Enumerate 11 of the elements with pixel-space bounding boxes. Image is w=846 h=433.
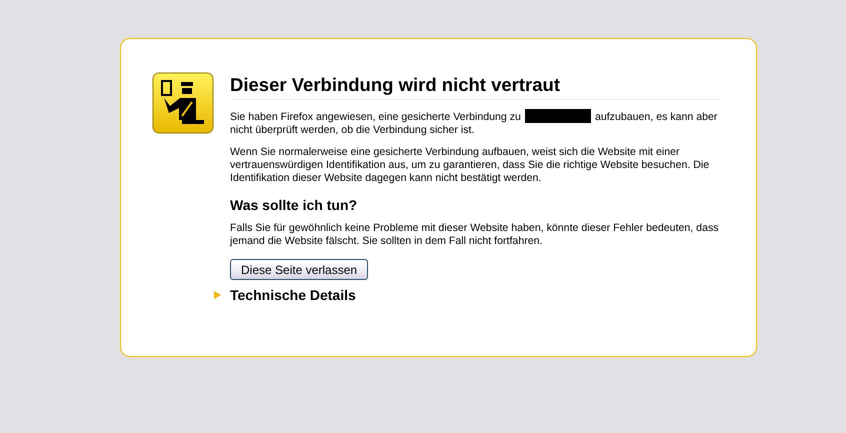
explanation-text: Wenn Sie normalerweise eine gesicherte Verbindung aufbauen, weist sich die Website mit einer vertrauenswürdigen Identifikation aus, um zu garantieren, dass Sie die richtige Website besuchen. Die Identifikation dieser Website dagegen kann nicht bestätigt werden. — [230, 146, 710, 185]
intro-text: Sie haben Firefox angewiesen, eine gesicherte Verbindung zu — [230, 111, 521, 123]
page-title: Dieser Verbindung wird nicht vertraut — [230, 72, 722, 100]
caret-right-icon[interactable] — [214, 291, 221, 299]
officer-icon — [152, 72, 214, 134]
details-toggle[interactable]: Technische Details — [230, 287, 356, 303]
advice-text: Falls Sie für gewöhnlich keine Probleme mit dieser Website haben, könnte dieser Fehler bedeuten, dass jemand die Website fälscht. Sie sollten in dem Fall nicht fortfahren. — [230, 222, 720, 248]
intro-text-second-line: nicht überprüft werden, ob die Verbindung sicher ist. — [230, 124, 476, 137]
intro-text-continued: aufzubauen, es kann aber — [594, 111, 718, 123]
leave-page-button[interactable]: Diese Seite verlassen — [230, 259, 368, 280]
section-heading: Was sollte ich tun? — [230, 197, 358, 213]
